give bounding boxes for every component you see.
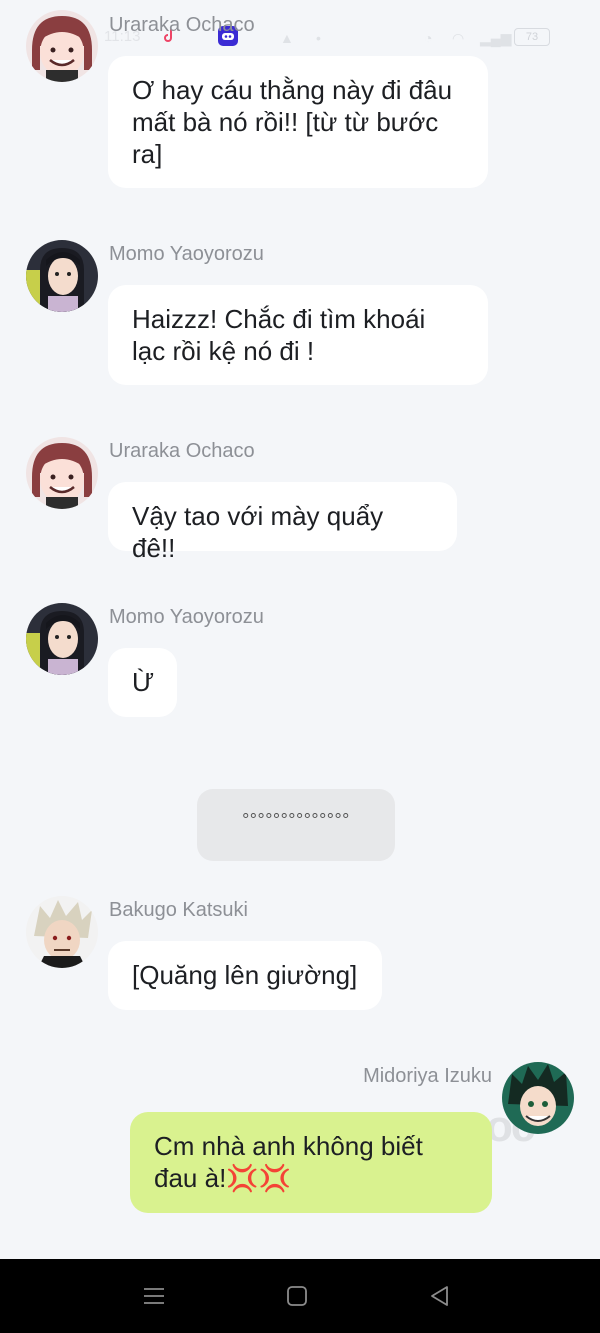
back-icon[interactable]: [427, 1283, 453, 1309]
narration-bubble[interactable]: °°°°°°°°°°°°°°: [197, 789, 395, 861]
navigation-bar: [0, 1259, 600, 1333]
avatar-momo[interactable]: [26, 240, 98, 312]
message-bubble-self[interactable]: Cm nhà anh không biết đau à!💢💢: [130, 1112, 492, 1213]
avatar-midoriya[interactable]: [502, 1062, 574, 1134]
signal-icon: ▂▄▆: [480, 30, 512, 46]
sender-name: Uraraka Ochaco: [109, 14, 255, 36]
message-bubble[interactable]: Vậy tao với mày quẩy đê!!: [108, 482, 457, 563]
avatar-uraraka[interactable]: [26, 437, 98, 509]
message-bubble[interactable]: Ơ hay cáu thằng này đi đâu mất bà nó rồi…: [108, 56, 488, 188]
battery-icon: 73: [514, 28, 550, 46]
android-icon: ▲: [280, 30, 294, 46]
sender-name: Momo Yaoyorozu: [109, 243, 264, 265]
message-bubble[interactable]: Ừ: [108, 648, 177, 717]
sender-name: Momo Yaoyorozu: [109, 606, 264, 628]
menu-icon[interactable]: [141, 1283, 167, 1309]
wifi-icon: ◠: [452, 30, 465, 46]
alarm-icon: ◔: [424, 30, 433, 46]
sender-name: Uraraka Ochaco: [109, 440, 255, 462]
avatar-momo[interactable]: [26, 603, 98, 675]
sender-name: Bakugo Katsuki: [109, 899, 248, 921]
avatar-uraraka[interactable]: [26, 10, 98, 82]
avatar-bakugo[interactable]: [26, 896, 98, 968]
message-bubble[interactable]: Haizzz! Chắc đi tìm khoái lạc rồi kệ nó …: [108, 285, 488, 385]
home-icon[interactable]: [284, 1283, 310, 1309]
dot-icon: •: [316, 30, 321, 46]
sender-name: Midoriya Izuku: [363, 1065, 492, 1087]
message-bubble[interactable]: [Quăng lên giường]: [108, 941, 382, 1010]
